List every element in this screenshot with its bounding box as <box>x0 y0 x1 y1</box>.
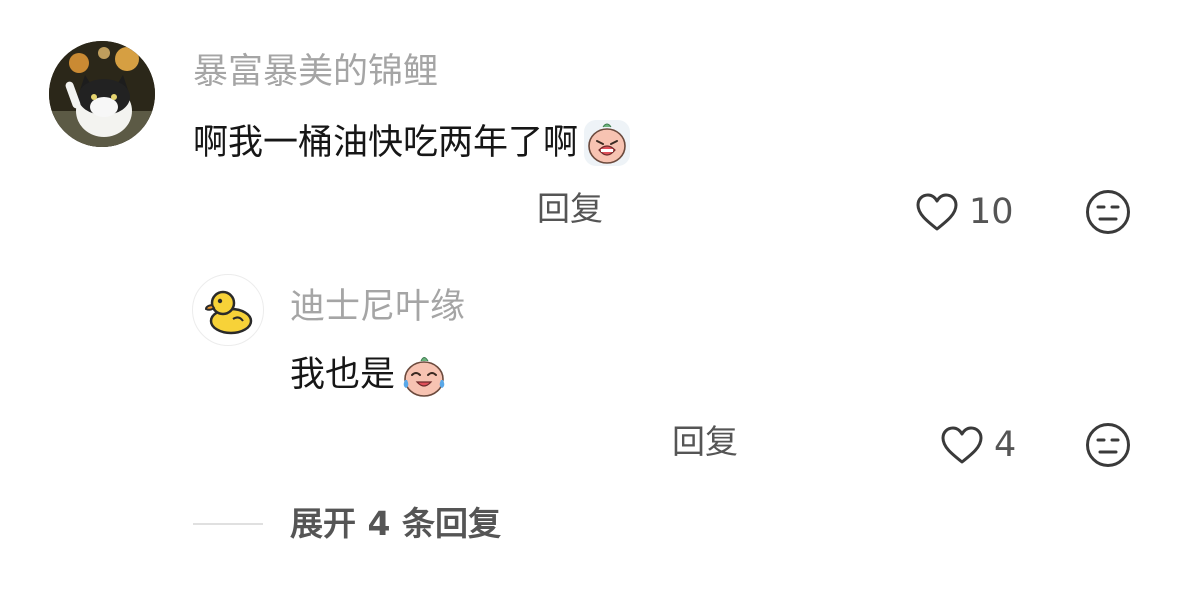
neutral-face-icon <box>1086 423 1130 467</box>
heart-icon <box>941 426 983 464</box>
user-avatar[interactable] <box>49 41 155 147</box>
dislike-button[interactable] <box>1084 188 1132 236</box>
comment-username[interactable]: 暴富暴美的锦鲤 <box>193 50 438 94</box>
tears-of-joy-emoji <box>403 357 445 397</box>
reply-like-count: 4 <box>994 425 1017 465</box>
expand-divider <box>193 523 263 525</box>
reply-username[interactable]: 迪士尼叶缘 <box>290 285 465 329</box>
reply-text-row: 我也是 <box>290 350 449 400</box>
reply-reply-button[interactable]: 回复 <box>672 422 738 462</box>
reply-text: 我也是 <box>290 355 396 395</box>
like-count: 10 <box>969 192 1014 232</box>
duck-icon <box>204 290 253 335</box>
reply-like-button[interactable]: 4 <box>940 421 1016 469</box>
reply-button[interactable]: 回复 <box>537 189 603 229</box>
comment-text-row: 啊我一桶油快吃两年了啊 <box>193 118 632 168</box>
expand-replies-button[interactable]: 展开 4 条回复 <box>290 503 501 545</box>
crying-face-emoji <box>584 120 631 166</box>
cat-avatar-image <box>49 41 155 147</box>
neutral-face-icon <box>1086 190 1130 234</box>
reply-user-avatar[interactable] <box>192 274 264 346</box>
reply-dislike-button[interactable] <box>1084 421 1132 469</box>
like-button[interactable]: 10 <box>915 188 1014 236</box>
comment-text: 啊我一桶油快吃两年了啊 <box>193 123 579 163</box>
heart-icon <box>916 193 958 231</box>
